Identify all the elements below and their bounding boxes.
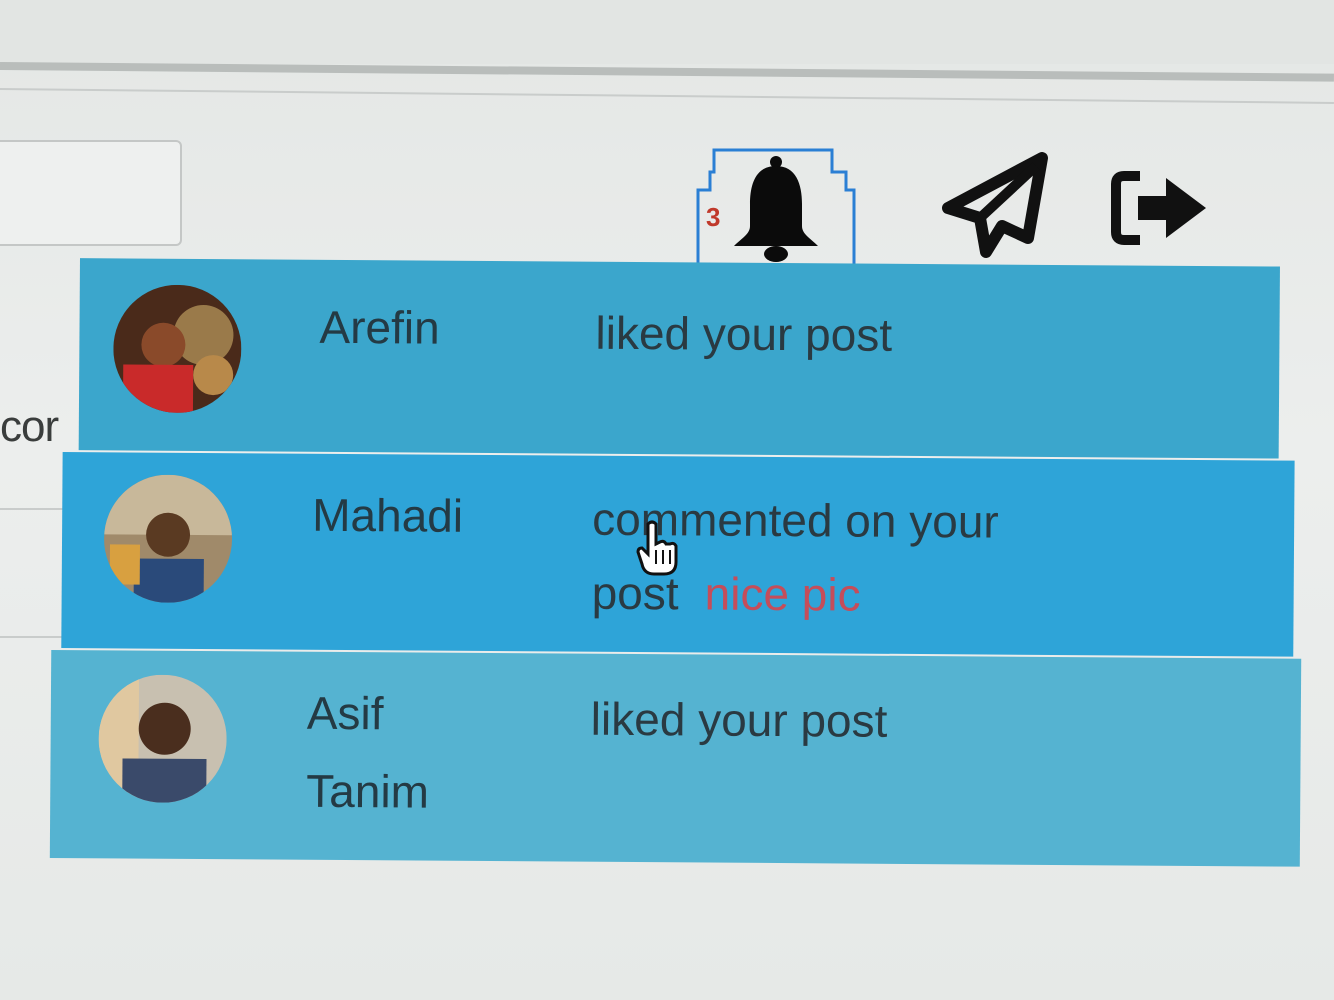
notification-user-name: Asif Tanim [306, 686, 430, 818]
notification-user-name: Mahadi [312, 488, 464, 542]
top-bar-divider [0, 62, 1334, 82]
page: cor 3 Arefin liked your post Mahadi comm… [0, 0, 1334, 1000]
avatar [103, 474, 233, 604]
notification-count-badge: 3 [706, 202, 721, 232]
top-bar [0, 0, 1334, 64]
send-icon[interactable] [940, 152, 1050, 260]
notification-comment: nice pic [704, 567, 861, 621]
notification-item[interactable]: Asif Tanim liked your post [49, 649, 1302, 867]
logout-icon[interactable] [1110, 168, 1210, 248]
notification-user-name: Arefin [319, 300, 440, 354]
search-input[interactable] [0, 140, 182, 246]
top-bar-divider-secondary [0, 88, 1334, 104]
notification-action: liked your post [590, 692, 888, 747]
avatar [112, 284, 242, 414]
clipped-side-text: cor [0, 402, 59, 451]
hand-cursor-icon [636, 520, 678, 576]
notifications-button[interactable]: 3 [696, 146, 856, 270]
avatar [98, 674, 228, 804]
bell-icon [734, 156, 818, 262]
notification-action: liked your post [595, 306, 893, 361]
notification-item[interactable]: Arefin liked your post [78, 258, 1280, 459]
